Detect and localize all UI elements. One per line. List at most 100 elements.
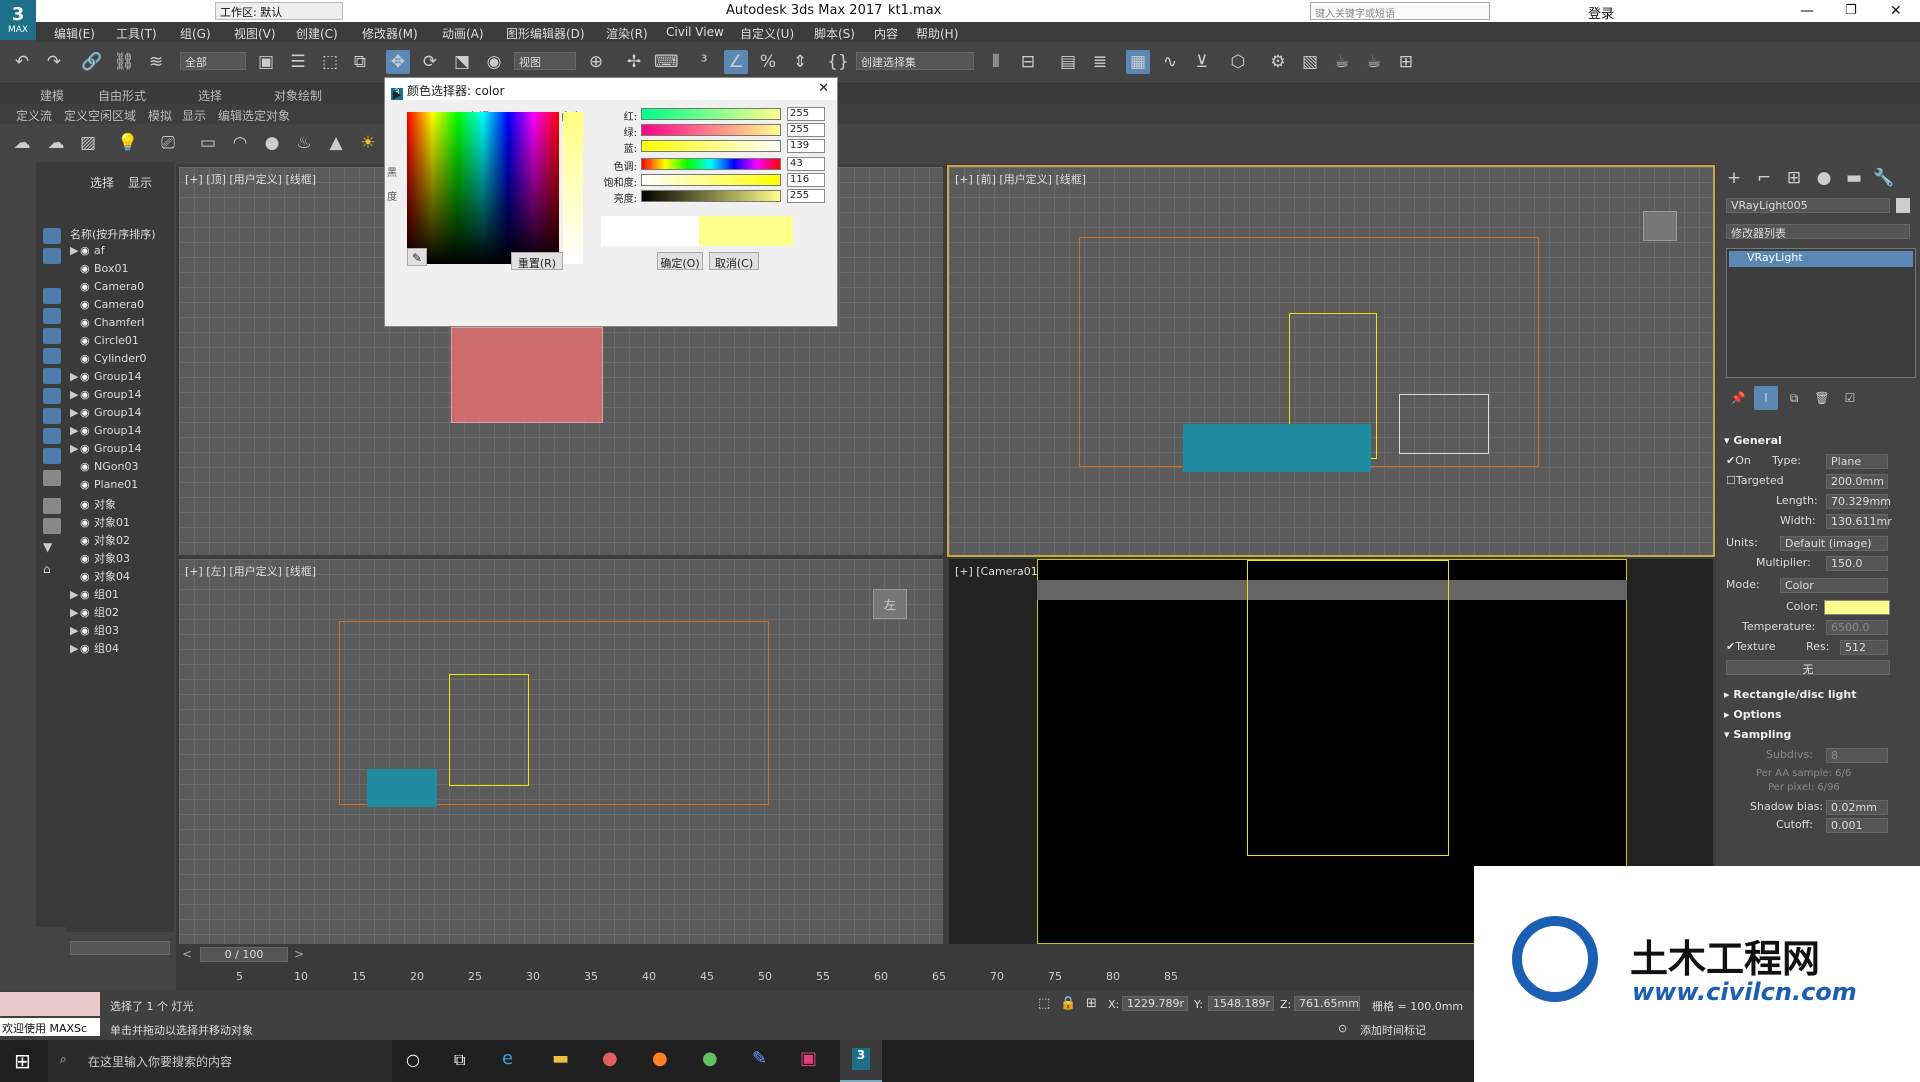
schematic-view-icon[interactable]: ⊻ — [1190, 50, 1214, 74]
viewport-left-label[interactable]: [+] [左] [用户定义] [线框] — [185, 563, 316, 579]
visibility-eye-icon[interactable]: ◉ — [80, 516, 94, 529]
sphere-light-icon[interactable]: ● — [260, 131, 284, 155]
rendered-frame-icon[interactable]: ▧ — [1298, 50, 1322, 74]
cancel-button[interactable]: 取消(C) — [709, 252, 759, 270]
visibility-eye-icon[interactable]: ◉ — [80, 280, 94, 293]
visibility-eye-icon[interactable]: ◉ — [80, 298, 94, 311]
reset-button[interactable]: 重置(R) — [511, 252, 563, 270]
camera-icon[interactable]: ⎚ — [156, 131, 180, 155]
display-tab-icon[interactable]: ▬ — [1842, 166, 1866, 190]
expand-arrow-icon[interactable]: ▶ — [70, 588, 80, 601]
window-crossing-icon[interactable]: ⧉ — [348, 50, 372, 74]
menu-content[interactable]: 内容 — [874, 25, 898, 42]
menu-modifiers[interactable]: 修改器(M) — [362, 25, 418, 42]
texture-checkbox[interactable]: ✔Texture — [1726, 640, 1776, 658]
visibility-eye-icon[interactable]: ◉ — [80, 244, 94, 257]
menu-civil-view[interactable]: Civil View — [666, 25, 724, 39]
visibility-eye-icon[interactable]: ◉ — [80, 642, 94, 655]
app-icon-4[interactable]: ▣ — [800, 1048, 817, 1069]
configure-sets-icon[interactable]: ☑ — [1838, 386, 1862, 410]
object-name-field[interactable]: VRayLight005 — [1726, 198, 1890, 213]
render-production-icon[interactable]: ☕ — [1330, 50, 1354, 74]
filter-helpers-icon[interactable] — [43, 308, 61, 324]
slider-value-field[interactable]: 255 — [787, 189, 825, 203]
expand-arrow-icon[interactable]: ▶ — [70, 624, 80, 637]
mirror-icon[interactable]: ⫴ — [984, 50, 1008, 74]
multiplier-field[interactable]: 150.0 — [1826, 556, 1888, 571]
render-setup-icon[interactable]: ⚙ — [1266, 50, 1290, 74]
slider-value-field[interactable]: 116 — [787, 173, 825, 187]
sun-icon[interactable]: ☀ — [356, 131, 380, 155]
ribbon-sub-idle-area[interactable]: 定义空闲区域 — [64, 107, 136, 124]
filter-xrefs-icon[interactable] — [43, 368, 61, 384]
res-field[interactable]: 512 — [1840, 640, 1888, 655]
keyboard-shortcut-icon[interactable]: ⌨ — [654, 50, 679, 74]
mode-dropdown[interactable]: Color — [1780, 578, 1888, 593]
search-input[interactable]: 键入关键字或短语 — [1310, 2, 1490, 20]
menu-customize[interactable]: 自定义(U) — [740, 25, 794, 42]
rollout-sampling[interactable]: ▾ Sampling — [1724, 728, 1914, 746]
named-selection-dropdown[interactable]: 创建选择集 — [856, 52, 974, 70]
eyedropper-icon[interactable]: ✎ — [407, 248, 427, 266]
curve-editor-icon[interactable]: ∿ — [1158, 50, 1182, 74]
selection-filter-dropdown[interactable]: 全部 — [180, 52, 246, 70]
place-icon[interactable]: ◉ — [482, 50, 506, 74]
targeted-field[interactable]: 200.0mm — [1826, 474, 1888, 489]
viewport-left[interactable]: [+] [左] [用户定义] [线框] 左 — [179, 559, 943, 944]
create-tab-icon[interactable]: + — [1722, 166, 1746, 190]
ies-light-icon[interactable]: ♨ — [292, 131, 316, 155]
hierarchy-tab-icon[interactable]: ⊞ — [1782, 166, 1806, 190]
add-time-tag[interactable]: 添加时间标记 — [1360, 1022, 1426, 1038]
close-icon[interactable]: ✕ — [1890, 3, 1902, 19]
visibility-eye-icon[interactable]: ◉ — [80, 460, 94, 473]
tab-select[interactable]: 选择 — [90, 174, 114, 191]
ribbon-tab-object-paint[interactable]: 对象绘制 — [274, 87, 322, 104]
scene-list-item[interactable]: ◉ 对象 — [70, 496, 116, 514]
scene-list-item[interactable]: ▶ ◉ 组03 — [70, 622, 119, 640]
cone-light-icon[interactable]: ▲ — [324, 131, 348, 155]
maxscript-welcome[interactable]: 欢迎使用 MAXSc — [0, 1018, 100, 1036]
visibility-eye-icon[interactable]: ◉ — [80, 624, 94, 637]
firefox-icon[interactable]: ● — [652, 1048, 668, 1069]
material-editor-icon[interactable]: ⬡ — [1226, 50, 1250, 74]
expand-arrow-icon[interactable]: ▶ — [70, 244, 80, 257]
ribbon-sub-simulate[interactable]: 模拟 — [148, 107, 172, 124]
render-iterative-icon[interactable]: ☕ — [1362, 50, 1386, 74]
scene-list-item[interactable]: ◉ 对象02 — [70, 532, 130, 550]
filter-frozen-icon[interactable] — [43, 428, 61, 444]
filter-spacewarps-icon[interactable] — [43, 328, 61, 344]
dialog-title-bar[interactable]: 3 颜色选择器: color ✕ — [385, 78, 837, 100]
visibility-eye-icon[interactable]: ◉ — [80, 316, 94, 329]
slider-value-field[interactable]: 255 — [787, 123, 825, 137]
align-icon[interactable]: ⊟ — [1016, 50, 1040, 74]
undo-icon[interactable]: ↶ — [10, 50, 34, 74]
maximize-icon[interactable]: ❐ — [1845, 3, 1857, 18]
dome-light-icon[interactable]: ◠ — [228, 131, 252, 155]
name-column-header[interactable]: 名称(按升序排序) — [70, 226, 156, 242]
filter-lights-icon[interactable] — [43, 268, 61, 284]
visibility-eye-icon[interactable]: ◉ — [80, 606, 94, 619]
make-unique-icon[interactable]: ⧉ — [1782, 386, 1806, 410]
expand-arrow-icon[interactable]: ▶ — [70, 370, 80, 383]
scene-list-item[interactable]: ◉ NGon03 — [70, 460, 138, 478]
filter-geometry-icon[interactable] — [43, 228, 61, 244]
app-icon-2[interactable]: ● — [702, 1048, 718, 1069]
x-coordinate-field[interactable]: 1229.789r — [1122, 996, 1188, 1011]
motion-tab-icon[interactable]: ● — [1812, 166, 1836, 190]
scene-list-item[interactable]: ◉ Box01 — [70, 262, 128, 280]
percent-snap-icon[interactable]: % — [756, 50, 780, 74]
scene-list-item[interactable]: ▶ ◉ Group14 — [70, 424, 142, 442]
filter-cameras-icon[interactable] — [43, 288, 61, 304]
viewport-front[interactable]: [+] [前] [用户定义] [线框] — [947, 165, 1715, 557]
menu-tools[interactable]: 工具(T) — [116, 25, 157, 42]
taskbar-search[interactable]: ⌕ 在这里输入你要搜索的内容 — [48, 1040, 392, 1082]
pivot-icon[interactable]: ⊕ — [584, 50, 608, 74]
color-slider[interactable] — [641, 174, 781, 186]
scene-list-item[interactable]: ◉ Camera0 — [70, 298, 144, 316]
menu-help[interactable]: 帮助(H) — [916, 25, 958, 42]
length-field[interactable]: 70.329mm — [1826, 494, 1891, 509]
funnel-icon[interactable]: ▼ — [43, 540, 61, 556]
workspace-dropdown[interactable]: 工作区: 默认 — [215, 2, 343, 20]
hue-marker-icon[interactable]: ▶ — [393, 88, 401, 101]
visibility-eye-icon[interactable]: ◉ — [80, 552, 94, 565]
